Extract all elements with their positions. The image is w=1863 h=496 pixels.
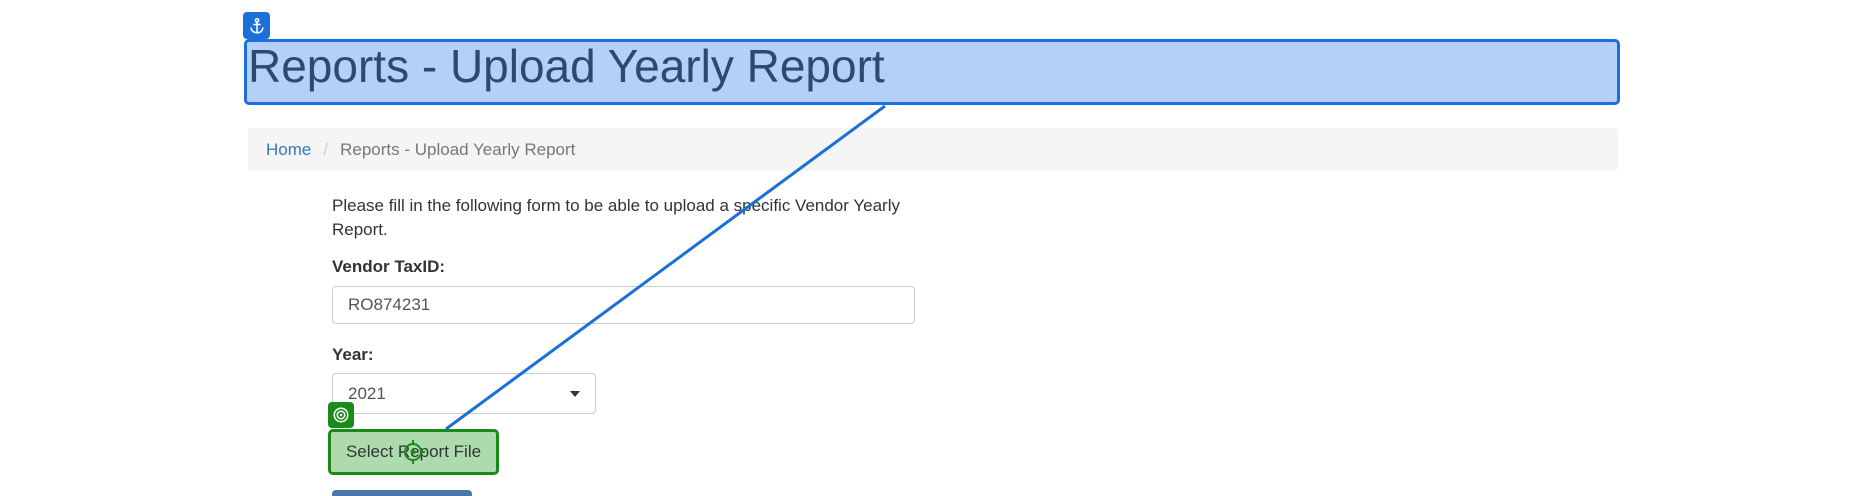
select-report-file-button[interactable]: Select Report File <box>328 429 499 475</box>
form-intro-text: Please fill in the following form to be … <box>332 196 900 239</box>
chevron-down-icon <box>570 390 580 397</box>
anchor-icon <box>243 12 270 39</box>
target-icon <box>328 402 354 428</box>
breadcrumb: Home / Reports - Upload Yearly Report <box>248 128 1618 171</box>
year-label: Year: <box>332 345 374 364</box>
year-select-value: 2021 <box>348 383 386 403</box>
upload-button[interactable] <box>332 490 472 496</box>
page-title: Reports - Upload Yearly Report <box>248 40 885 92</box>
breadcrumb-current: Reports - Upload Yearly Report <box>340 139 576 159</box>
year-select[interactable]: 2021 <box>332 373 596 414</box>
breadcrumb-separator: / <box>323 139 329 159</box>
vendor-taxid-input[interactable] <box>332 286 915 324</box>
page: Reports - Upload Yearly Report Home / Re… <box>0 0 1863 496</box>
vendor-taxid-label: Vendor TaxID: <box>332 257 446 276</box>
breadcrumb-home-link[interactable]: Home <box>266 140 311 160</box>
